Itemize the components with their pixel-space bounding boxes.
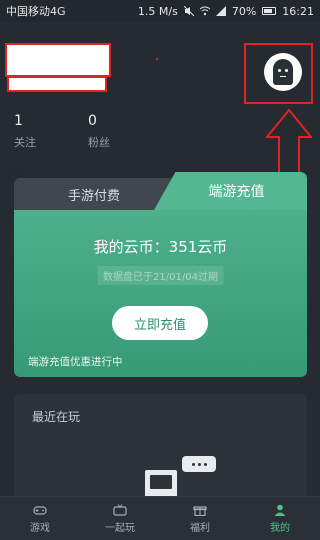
battery-percent: 70% [231,4,257,18]
followers-label: 粉丝 [88,136,110,149]
recharge-now-button[interactable]: 立即充值 [112,306,208,340]
recharge-card: 手游付费 端游充值 我的云币：351云币 数据盘已于21/01/04过期 立即充… [14,172,307,377]
network-speed: 1.5 M/s [137,4,178,18]
cloud-coin-balance: 我的云币：351云币 [93,238,228,256]
gamepad-icon [33,505,47,515]
battery-icon [262,7,277,15]
nav-label-games: 游戏 [30,522,50,534]
recently-played-title: 最近在玩 [32,410,81,424]
robot-screen [150,475,172,489]
redacted-user-id [7,76,107,92]
bottom-nav: 游戏 一起玩 福利 我的 [0,496,320,540]
ghost-eye-right [285,69,288,72]
clock: 16:21 [282,4,314,18]
tv-icon [113,503,127,516]
ghost-eye-left [278,69,281,72]
recharge-card-body: 我的云币：351云币 数据盘已于21/01/04过期 立即充值 端游充值优惠进行… [14,210,307,377]
following-count: 1 [14,113,23,129]
stat-following[interactable]: 1 关注 [14,113,36,150]
annotation-dot [156,58,158,60]
tab-client-recharge[interactable]: 端游充值 [154,172,307,210]
gift-icon [193,505,207,516]
signal-icon [215,6,226,16]
recharge-promo-text[interactable]: 端游充值优惠进行中 [28,354,123,369]
nav-item-mine[interactable]: 我的 [240,497,320,540]
nav-item-welfare[interactable]: 福利 [160,497,240,540]
person-icon [274,504,286,516]
status-bar-right: 1.5 M/s 70% 16:21 [138,5,314,18]
recently-played-section: 最近在玩 [14,394,307,504]
profile-stats: 1 关注 0 粉丝 [14,113,110,150]
avatar-highlight-box [244,43,313,104]
chat-bubble-icon [182,456,216,472]
data-disk-expiry: 数据盘已于21/01/04过期 [97,266,224,285]
nav-label-play-together: 一起玩 [105,522,135,534]
annotation-arrow-icon [266,109,312,174]
nav-item-play-together[interactable]: 一起玩 [80,497,160,540]
ghost-mouth [280,76,286,77]
tab-mobile-payment[interactable]: 手游付费 [14,178,174,210]
mute-icon [183,6,194,16]
followers-count: 0 [88,113,97,129]
following-label: 关注 [14,136,36,149]
avatar[interactable] [264,53,302,91]
nav-label-mine: 我的 [270,522,290,534]
stat-followers[interactable]: 0 粉丝 [88,113,110,150]
ghost-icon [273,59,293,85]
nav-label-welfare: 福利 [190,522,210,534]
wifi-icon [199,6,210,16]
redacted-username [5,43,111,77]
status-bar: 中国移动4G 1.5 M/s 70% 16:21 [0,0,320,22]
nav-item-games[interactable]: 游戏 [0,497,80,540]
carrier-label: 中国移动4G [6,5,66,18]
